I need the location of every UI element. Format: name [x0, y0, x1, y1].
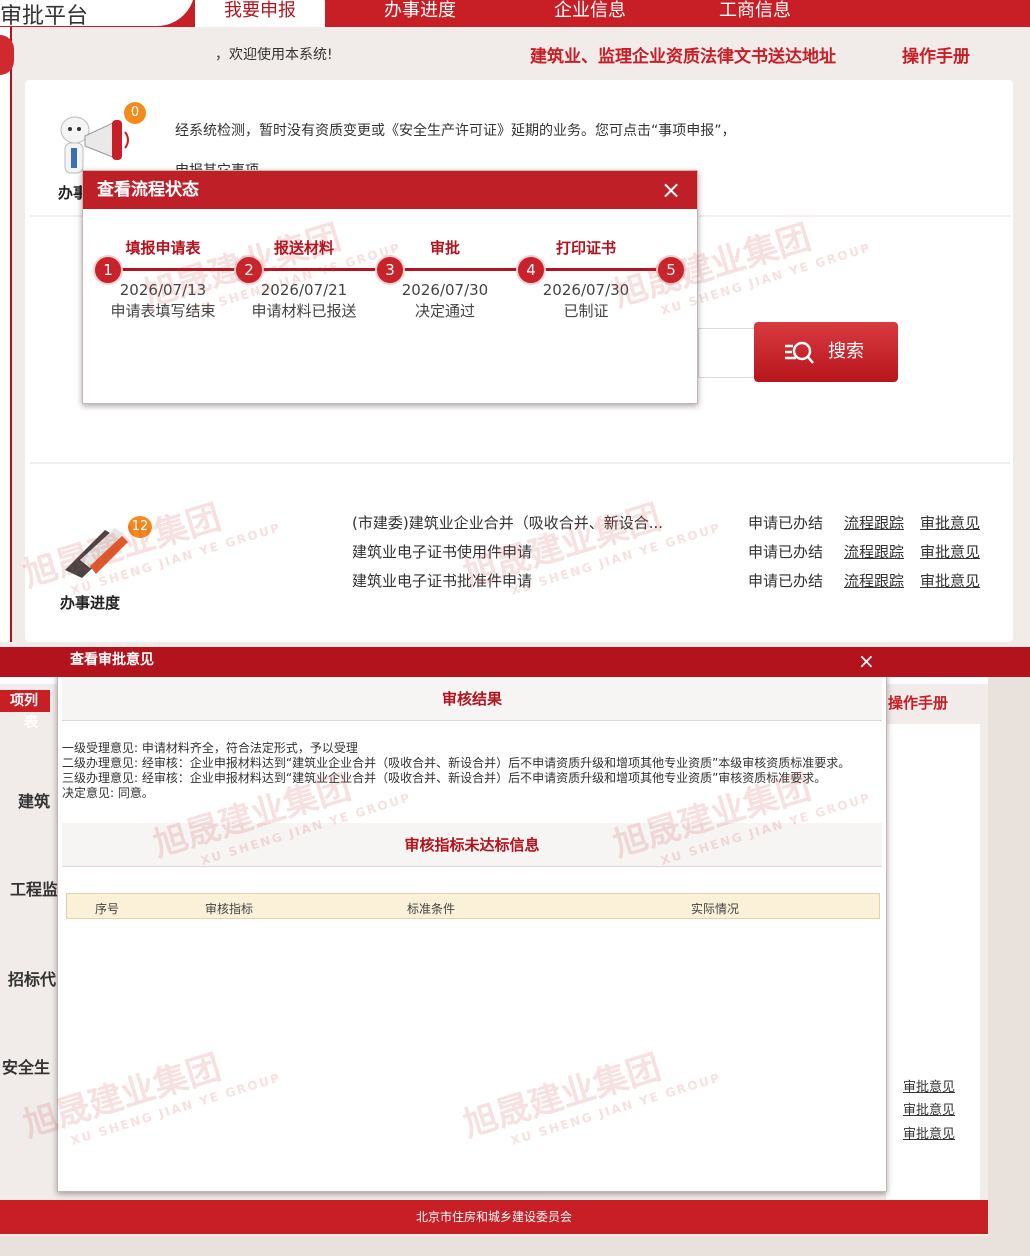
step-name: 填报申请表 — [125, 239, 201, 257]
manual-link[interactable]: 操作手册 — [902, 42, 970, 67]
column-header: 标准条件 — [407, 902, 456, 916]
progress-row: (市建委)建筑业企业合并（吸收合并、新设合... 申请已办结 流程跟踪 审批意见 — [352, 512, 992, 538]
approval-opinion-link[interactable]: 审批意见 — [903, 1076, 955, 1095]
progress-folder-icon — [65, 528, 128, 578]
manual-link[interactable]: 操作手册 — [888, 692, 948, 713]
progress-row-title: 建筑业电子证书批准件申请 — [352, 572, 533, 590]
step-status: 申请材料已报送 — [251, 302, 357, 320]
footer: 北京市住房和城乡建设委员会 — [0, 1200, 988, 1234]
divider — [30, 462, 1010, 464]
approval-opinion-link[interactable]: 审批意见 — [920, 570, 980, 591]
opinion-line: 一级受理意见: 申请材料齐全，符合法定形式，予以受理 — [62, 741, 358, 755]
top-screenshot: 办事进度 企业信息 工商信息 审批平台 我要申报 ，欢迎使用本系统! 建筑业、监… — [0, 0, 1030, 650]
step-name: 报送材料 — [273, 239, 334, 257]
unmet-criteria-heading: 审核指标未达标信息 — [62, 823, 882, 867]
notice-text: 经系统检测，暂时没有资质变更或《安全生产许可证》延期的业务。您可点击“事项申报”… — [175, 123, 736, 139]
opinion-line: 三级办理意见: 经审核：企业申报材料达到“建筑业企业合并（吸收合并、新设合并）后… — [62, 771, 827, 785]
step-name: 打印证书 — [555, 239, 616, 257]
step-date: 2026/07/30 — [542, 281, 630, 299]
criteria-table-header: 序号 审核指标 标准条件 实际情况 — [66, 893, 880, 919]
close-icon[interactable]: × — [858, 649, 875, 673]
search-button-label: 搜索 — [828, 341, 864, 362]
progress-row: 建筑业电子证书批准件申请 申请已办结 流程跟踪 审批意见 — [352, 570, 992, 596]
step-status: 已制证 — [563, 302, 609, 320]
left-sidebar-edge — [0, 27, 12, 642]
approval-opinion-dialog: 查看审批意见 × 审核结果 一级受理意见: 申请材料齐全，符合法定形式，予以受理… — [0, 647, 1030, 1192]
approval-opinion-link[interactable]: 审批意见 — [920, 541, 980, 562]
dialog-header-bar — [0, 647, 1030, 677]
progress-count-badge: 12 — [128, 516, 152, 538]
search-icon — [785, 341, 814, 364]
step-name: 审批 — [429, 239, 460, 257]
search-input[interactable] — [698, 328, 754, 378]
result-heading: 审核结果 — [62, 677, 882, 721]
bottom-screenshot: 项列表 操作手册 建筑 工程监 招标代 安全生 审批意见 审批意见 审批意见 北… — [0, 647, 1030, 1236]
nav-company-info[interactable]: 企业信息 — [510, 0, 670, 27]
brand-title: 审批平台 — [0, 0, 195, 26]
progress-row-status: 申请已办结 — [748, 514, 824, 532]
approval-opinion-link[interactable]: 审批意见 — [920, 512, 980, 533]
column-header: 实际情况 — [691, 902, 740, 916]
welcome-text: ，欢迎使用本系统! — [215, 47, 333, 63]
progress-row-status: 申请已办结 — [748, 543, 824, 561]
opinion-list: 一级受理意见: 申请材料齐全，符合法定形式，予以受理 二级办理意见: 经审核：企… — [62, 741, 882, 801]
progress-menu-label[interactable]: 办事进度 — [60, 592, 120, 613]
step-status: 决定通过 — [414, 302, 475, 320]
approval-opinion-link[interactable]: 审批意见 — [903, 1099, 955, 1118]
progress-row-status: 申请已办结 — [748, 572, 824, 590]
nav-apply[interactable]: 我要申报 — [195, 0, 325, 27]
flow-trace-link[interactable]: 流程跟踪 — [844, 541, 904, 562]
approval-dialog-title: 查看审批意见 — [70, 652, 154, 668]
search-button[interactable]: 搜索 — [754, 322, 898, 382]
close-icon[interactable]: × — [661, 177, 681, 203]
progress-row: 建筑业电子证书使用件申请 申请已办结 流程跟踪 审批意见 — [352, 541, 992, 567]
flow-status-dialog: 查看流程状态 × 填报申请表 报送材料 审批 打印证书 1 2 3 4 5 20… — [82, 170, 698, 404]
flow-dialog-title: 查看流程状态 — [83, 171, 697, 209]
law-document-link[interactable]: 建筑业、监理企业资质法律文书送达地址 — [530, 42, 836, 67]
progress-row-title: 建筑业电子证书使用件申请 — [352, 543, 533, 561]
progress-row-title: (市建委)建筑业企业合并（吸收合并、新设合... — [352, 514, 664, 532]
menu-safety[interactable]: 安全生 — [2, 1054, 50, 1078]
menu-tender-agent[interactable]: 招标代 — [8, 966, 56, 990]
column-header: 序号 — [95, 902, 120, 916]
flow-trace-link[interactable]: 流程跟踪 — [844, 570, 904, 591]
menu-supervision[interactable]: 工程监 — [10, 876, 58, 900]
nav-progress[interactable]: 办事进度 — [340, 0, 500, 27]
step-date: 2026/07/21 — [260, 281, 348, 299]
opinion-line: 二级办理意见: 经审核：企业申报材料达到“建筑业企业合并（吸收合并、新设合并）后… — [62, 756, 851, 770]
step-number: 5 — [656, 255, 686, 285]
flow-trace-link[interactable]: 流程跟踪 — [844, 512, 904, 533]
nav-business-info[interactable]: 工商信息 — [675, 0, 835, 27]
step-date: 2026/07/30 — [401, 281, 489, 299]
step-status: 申请表填写结束 — [110, 302, 216, 320]
column-header: 审核指标 — [205, 902, 254, 916]
item-list-tab[interactable]: 项列表 — [0, 690, 50, 731]
approval-opinion-link[interactable]: 审批意见 — [903, 1123, 955, 1142]
step-date: 2026/07/13 — [119, 281, 207, 299]
opinion-line: 决定意见: 同意。 — [62, 786, 154, 800]
notice-count-badge: 0 — [124, 102, 146, 124]
menu-construction[interactable]: 建筑 — [18, 788, 50, 812]
